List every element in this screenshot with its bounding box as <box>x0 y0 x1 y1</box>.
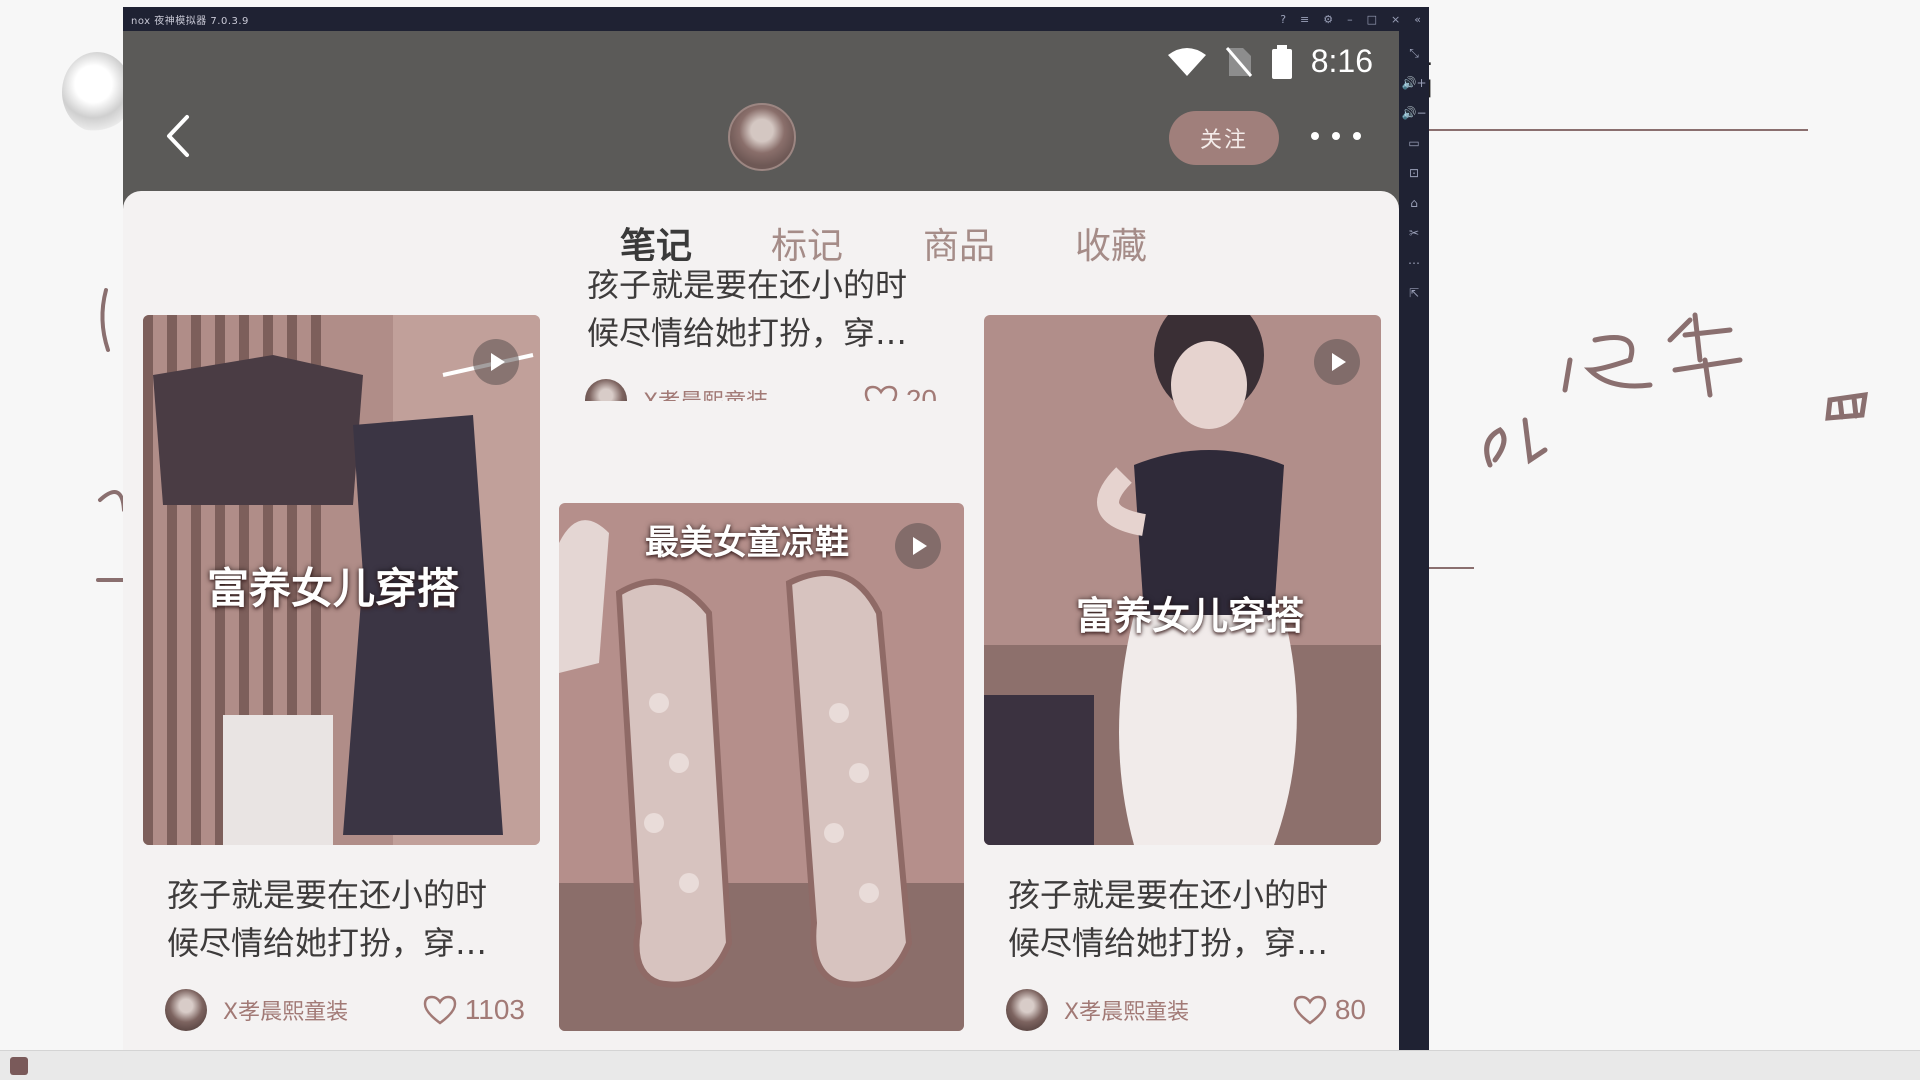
emulator-window: nox 夜神模拟器 7.0.3.9 ? ≡ ⚙ – □ × « ⤡ 🔊+ 🔊− … <box>123 7 1429 1050</box>
apk-install-icon[interactable]: ⊡ <box>1409 165 1419 181</box>
emulator-titlebar: nox 夜神模拟器 7.0.3.9 ? ≡ ⚙ – □ × « <box>123 7 1429 31</box>
note-title-line: 孩子就是要在还小的时 <box>587 266 908 304</box>
whiteboard-blob <box>62 52 132 132</box>
author-name[interactable]: X孝晨熙童装 <box>643 384 768 401</box>
note-card[interactable]: 富养女儿穿搭 孩子就是要在还小的时 候尽情给她打扮，穿… X孝晨熙童装 1103 <box>143 315 540 1045</box>
tab-favorites[interactable]: 收藏 <box>1075 217 1147 269</box>
like-count: 20 <box>905 384 937 401</box>
battery-icon <box>1271 44 1292 79</box>
more-options-icon[interactable] <box>1311 121 1361 151</box>
cover-overlay-text: 最美女童凉鞋 <box>645 523 849 563</box>
external-link-icon[interactable]: ⇱ <box>1409 285 1419 301</box>
note-cover-image: 富养女儿穿搭 <box>143 315 540 845</box>
note-meta: X孝晨熙童装 1103 <box>165 987 525 1033</box>
no-sim-icon <box>1225 46 1252 77</box>
heart-icon <box>864 385 898 401</box>
like-count: 1103 <box>464 994 525 1025</box>
content-sheet: 笔记 标记 商品 收藏 富养女儿穿搭 孩子就是要在还小的时 候尽情给她打扮，穿…… <box>123 191 1399 1050</box>
note-title-line: 候尽情给她打扮，穿… <box>587 314 908 352</box>
author-name[interactable]: X孝晨熙童装 <box>1064 994 1189 1026</box>
author-avatar[interactable] <box>1006 989 1048 1031</box>
note-title-line: 候尽情给她打扮，穿… <box>167 924 488 962</box>
help-icon[interactable]: ? <box>1280 13 1286 26</box>
video-play-icon <box>1314 339 1360 385</box>
collapse-sidebar-icon[interactable]: « <box>1414 13 1421 26</box>
menu-icon[interactable]: ≡ <box>1300 13 1309 26</box>
emulator-sidebar: ⤡ 🔊+ 🔊− ▭ ⊡ ⌂ ✂ ⋯ ⇱ <box>1399 31 1429 1050</box>
like-counter[interactable]: 20 <box>864 377 937 401</box>
note-title-line: 候尽情给她打扮，穿… <box>1008 924 1329 962</box>
close-icon[interactable]: × <box>1391 13 1400 26</box>
follow-button[interactable]: 关注 <box>1169 111 1279 165</box>
video-play-icon <box>895 523 941 569</box>
like-count: 80 <box>1334 994 1366 1025</box>
note-cover-image: 富养女儿穿搭 <box>984 315 1381 845</box>
taskbar-app-icon[interactable] <box>10 1057 28 1075</box>
status-time: 8:16 <box>1310 43 1373 79</box>
app-bar: 关注 <box>123 97 1399 177</box>
note-title: 孩子就是要在还小的时 候尽情给她打扮，穿… <box>1008 871 1368 967</box>
note-cover-image: 最美女童凉鞋 <box>559 503 964 1031</box>
back-arrow-icon[interactable] <box>159 111 199 161</box>
more-tools-icon[interactable]: ⋯ <box>1408 255 1420 271</box>
cover-overlay-text: 富养女儿穿搭 <box>207 564 460 613</box>
author-avatar[interactable] <box>585 379 627 401</box>
maximize-icon[interactable]: □ <box>1367 13 1377 26</box>
heart-icon <box>1293 995 1327 1025</box>
screenshot-scissors-icon[interactable]: ✂ <box>1409 225 1419 241</box>
settings-gear-icon[interactable]: ⚙ <box>1323 13 1333 26</box>
fullscreen-icon[interactable]: ⤡ <box>1409 45 1419 61</box>
note-card[interactable]: 孩子就是要在还小的时 候尽情给她打扮，穿… X孝晨熙童装 20 <box>563 261 960 401</box>
volume-down-icon[interactable]: 🔊− <box>1402 105 1427 121</box>
whiteboard-line <box>1428 129 1808 131</box>
note-card[interactable]: 富养女儿穿搭 孩子就是要在还小的时 候尽情给她打扮，穿… X孝晨熙童装 80 <box>984 315 1381 1045</box>
note-title-line: 孩子就是要在还小的时 <box>1008 876 1329 914</box>
whiteboard-scribble <box>1470 300 1890 480</box>
note-meta: X孝晨熙童装 80 <box>1006 987 1366 1033</box>
note-title: 孩子就是要在还小的时 候尽情给她打扮，穿… <box>587 261 947 357</box>
status-bar: 8:16 <box>123 31 1399 91</box>
like-counter[interactable]: 1103 <box>423 987 525 1033</box>
whiteboard-dash <box>1428 567 1474 569</box>
emulator-title: nox 夜神模拟器 7.0.3.9 <box>131 15 249 27</box>
taskbar <box>0 1050 1920 1080</box>
like-counter[interactable]: 80 <box>1293 987 1366 1033</box>
note-title: 孩子就是要在还小的时 候尽情给她打扮，穿… <box>167 871 527 967</box>
home-icon[interactable]: ⌂ <box>1410 195 1418 211</box>
volume-up-icon[interactable]: 🔊+ <box>1402 75 1427 91</box>
android-screen: 8:16 关注 笔记 标记 商品 收藏 富养女儿穿搭 孩子就是要在还小的时 候尽… <box>123 31 1399 1050</box>
cover-overlay-text: 富养女儿穿搭 <box>1076 594 1305 638</box>
heart-icon <box>423 995 457 1025</box>
status-icons: 8:16 <box>1167 43 1373 80</box>
profile-avatar[interactable] <box>728 103 796 171</box>
wifi-icon <box>1167 47 1206 76</box>
note-meta: X孝晨熙童装 20 <box>585 377 937 401</box>
video-play-icon <box>473 339 519 385</box>
author-avatar[interactable] <box>165 989 207 1031</box>
note-card[interactable]: 最美女童凉鞋 <box>559 503 964 1031</box>
minimize-icon[interactable]: – <box>1347 13 1353 26</box>
emulator-window-controls: ? ≡ ⚙ – □ × « <box>1280 7 1421 31</box>
note-title-line: 孩子就是要在还小的时 <box>167 876 488 914</box>
screen-icon[interactable]: ▭ <box>1408 135 1419 151</box>
author-name[interactable]: X孝晨熙童装 <box>223 994 348 1026</box>
